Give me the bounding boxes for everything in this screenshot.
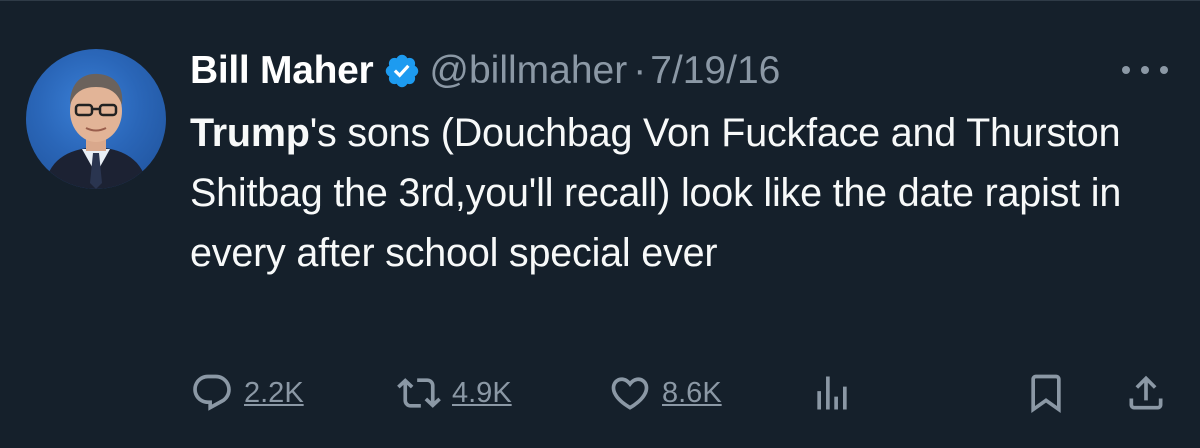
like-button[interactable]: 8.6K	[608, 363, 722, 423]
views-button[interactable]	[810, 363, 854, 423]
tweet-text-rest: 's sons (Douchbag Von Fuckface and Thurs…	[190, 111, 1122, 275]
share-button[interactable]	[1124, 363, 1168, 423]
author-name[interactable]: Bill Maher	[190, 49, 374, 93]
tweet-text: Trump's sons (Douchbag Von Fuckface and …	[190, 103, 1180, 283]
heart-icon	[608, 371, 652, 415]
author-handle[interactable]: @billmaher	[429, 49, 627, 93]
verified-badge-icon	[383, 52, 421, 90]
reply-icon	[190, 371, 234, 415]
tweet-date[interactable]: 7/19/16	[650, 49, 780, 93]
bookmark-icon	[1024, 371, 1068, 415]
tweet-text-bold: Trump	[190, 111, 310, 155]
avatar-image	[44, 73, 148, 189]
retweet-button[interactable]: 4.9K	[396, 363, 512, 423]
retweet-icon	[396, 371, 442, 415]
retweet-count[interactable]: 4.9K	[452, 377, 512, 410]
share-icon	[1124, 371, 1168, 415]
tweet-card[interactable]: Bill Maher @billmaher · 7/19/16 Trump's …	[0, 0, 1200, 448]
action-bar: 2.2K 4.9K 8.6K	[190, 363, 1180, 423]
bookmark-button[interactable]	[1024, 363, 1068, 423]
reply-count[interactable]: 2.2K	[244, 377, 304, 410]
tweet-header: Bill Maher @billmaher · 7/19/16	[190, 45, 780, 97]
like-count[interactable]: 8.6K	[662, 377, 722, 410]
avatar[interactable]	[26, 49, 166, 189]
reply-button[interactable]: 2.2K	[190, 363, 304, 423]
more-options-icon[interactable]	[1122, 57, 1168, 83]
separator-dot: ·	[633, 49, 647, 92]
analytics-icon	[810, 371, 854, 415]
